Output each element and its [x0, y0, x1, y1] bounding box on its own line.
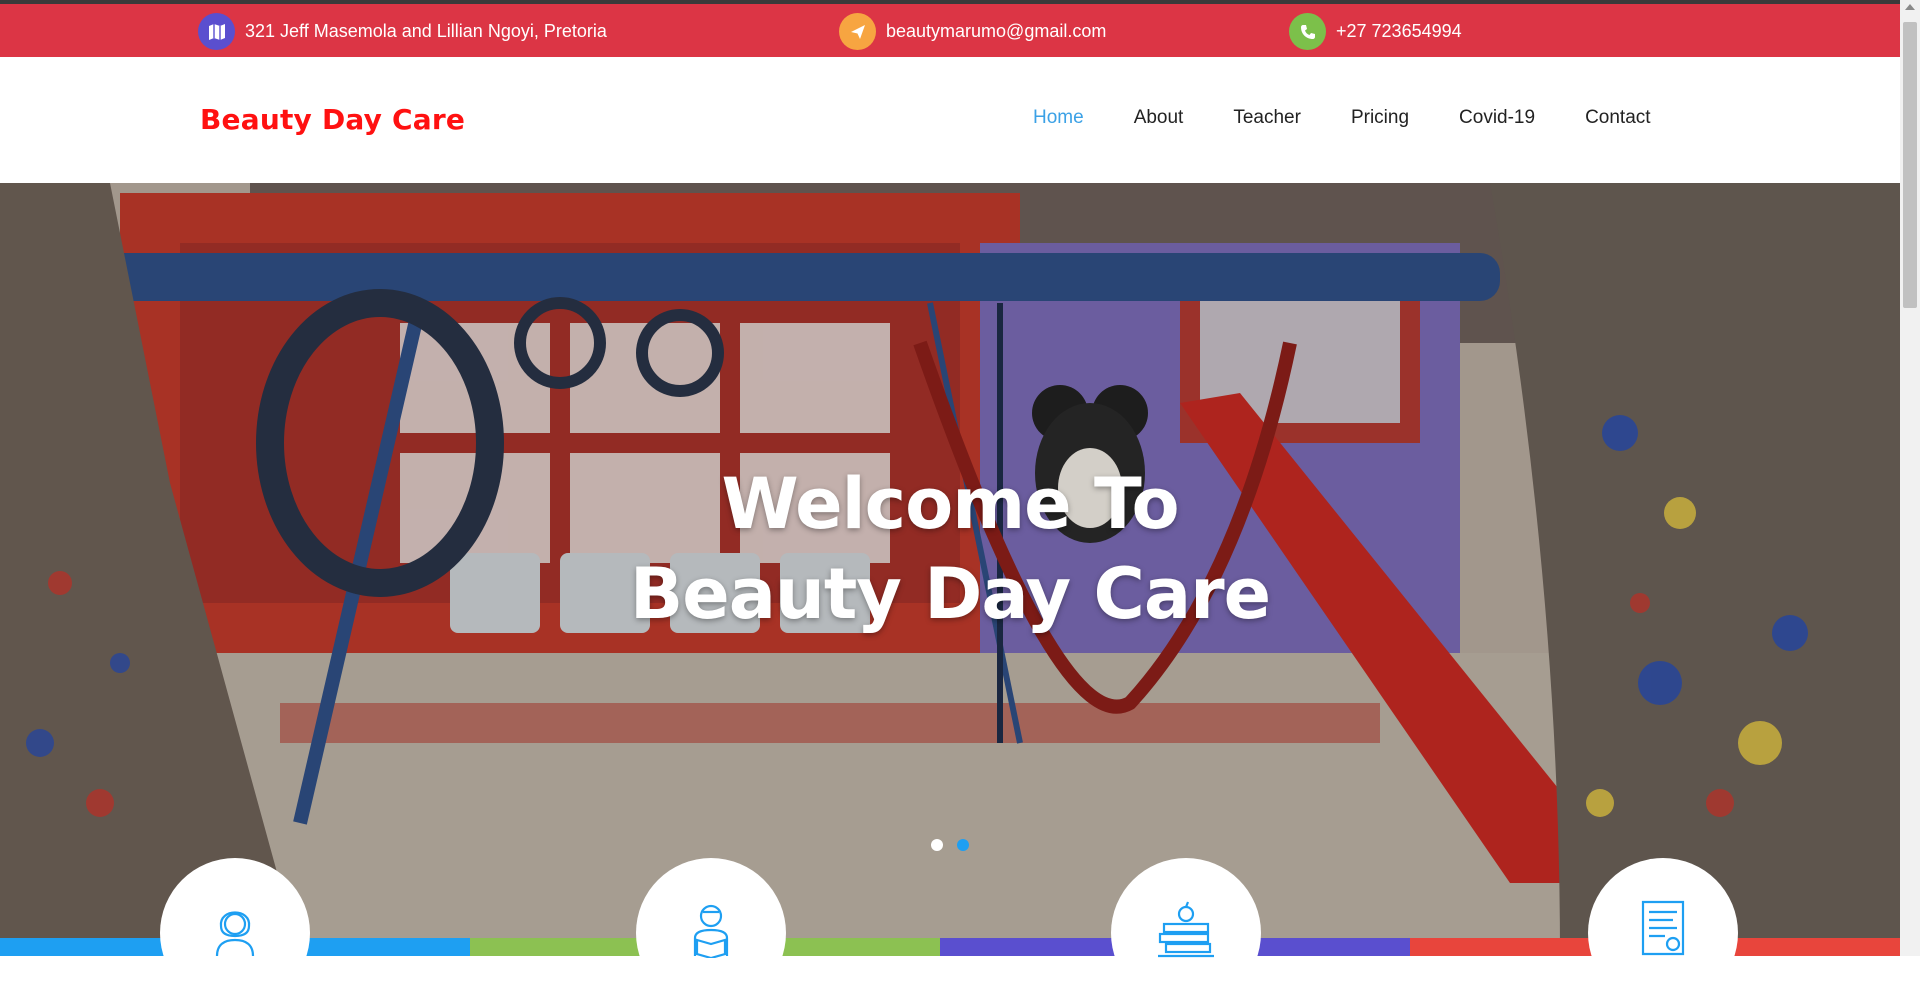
nav-contact[interactable]: Contact	[1585, 107, 1650, 129]
top-info-bar: 321 Jeff Masemola and Lillian Ngoyi, Pre…	[0, 4, 1900, 57]
nav-covid-19[interactable]: Covid-19	[1459, 107, 1535, 129]
hero-title-line-2: Beauty Day Care	[629, 553, 1271, 635]
phone-info[interactable]: +27 723654994	[1289, 13, 1462, 50]
scroll-up-arrow-icon[interactable]	[1905, 4, 1915, 10]
scrollbar-thumb[interactable]	[1903, 22, 1917, 308]
main-nav: Home About Teacher Pricing Covid-19 Cont…	[1033, 107, 1651, 129]
feature-teacher	[160, 858, 310, 1008]
nav-teacher[interactable]: Teacher	[1233, 107, 1301, 129]
feature-books	[1111, 858, 1261, 1008]
nav-pricing[interactable]: Pricing	[1351, 107, 1409, 129]
email-link[interactable]: beautymarumo@gmail.com	[886, 21, 1106, 42]
address-text: 321 Jeff Masemola and Lillian Ngoyi, Pre…	[245, 21, 607, 41]
carousel-indicators	[931, 839, 983, 851]
certificate-icon	[1641, 900, 1685, 956]
brand-logo[interactable]: Beauty Day Care	[200, 103, 465, 136]
address-info: 321 Jeff Masemola and Lillian Ngoyi, Pre…	[198, 13, 607, 50]
page-scrollbar[interactable]	[1900, 0, 1920, 956]
reading-student-icon	[693, 904, 729, 958]
carousel-dot-1[interactable]	[931, 839, 943, 851]
email-info[interactable]: beautymarumo@gmail.com	[839, 13, 1106, 50]
phone-link[interactable]: +27 723654994	[1336, 21, 1462, 42]
hero-title-line-1: Welcome To	[721, 463, 1179, 545]
paper-plane-icon	[839, 13, 876, 50]
nav-about[interactable]: About	[1134, 107, 1184, 129]
phone-icon	[1289, 13, 1326, 50]
carousel-dot-2[interactable]	[957, 839, 969, 851]
hero-carousel: Welcome To Beauty Day Care	[0, 183, 1900, 956]
site-header: Beauty Day Care Home About Teacher Prici…	[0, 57, 1900, 183]
hero-title: Welcome To Beauty Day Care	[0, 459, 1900, 639]
books-apple-icon	[1158, 901, 1214, 958]
nav-home[interactable]: Home	[1033, 107, 1084, 129]
teacher-icon	[215, 911, 255, 957]
feature-certificate	[1588, 858, 1738, 1008]
map-icon	[198, 13, 235, 50]
feature-student	[636, 858, 786, 1008]
